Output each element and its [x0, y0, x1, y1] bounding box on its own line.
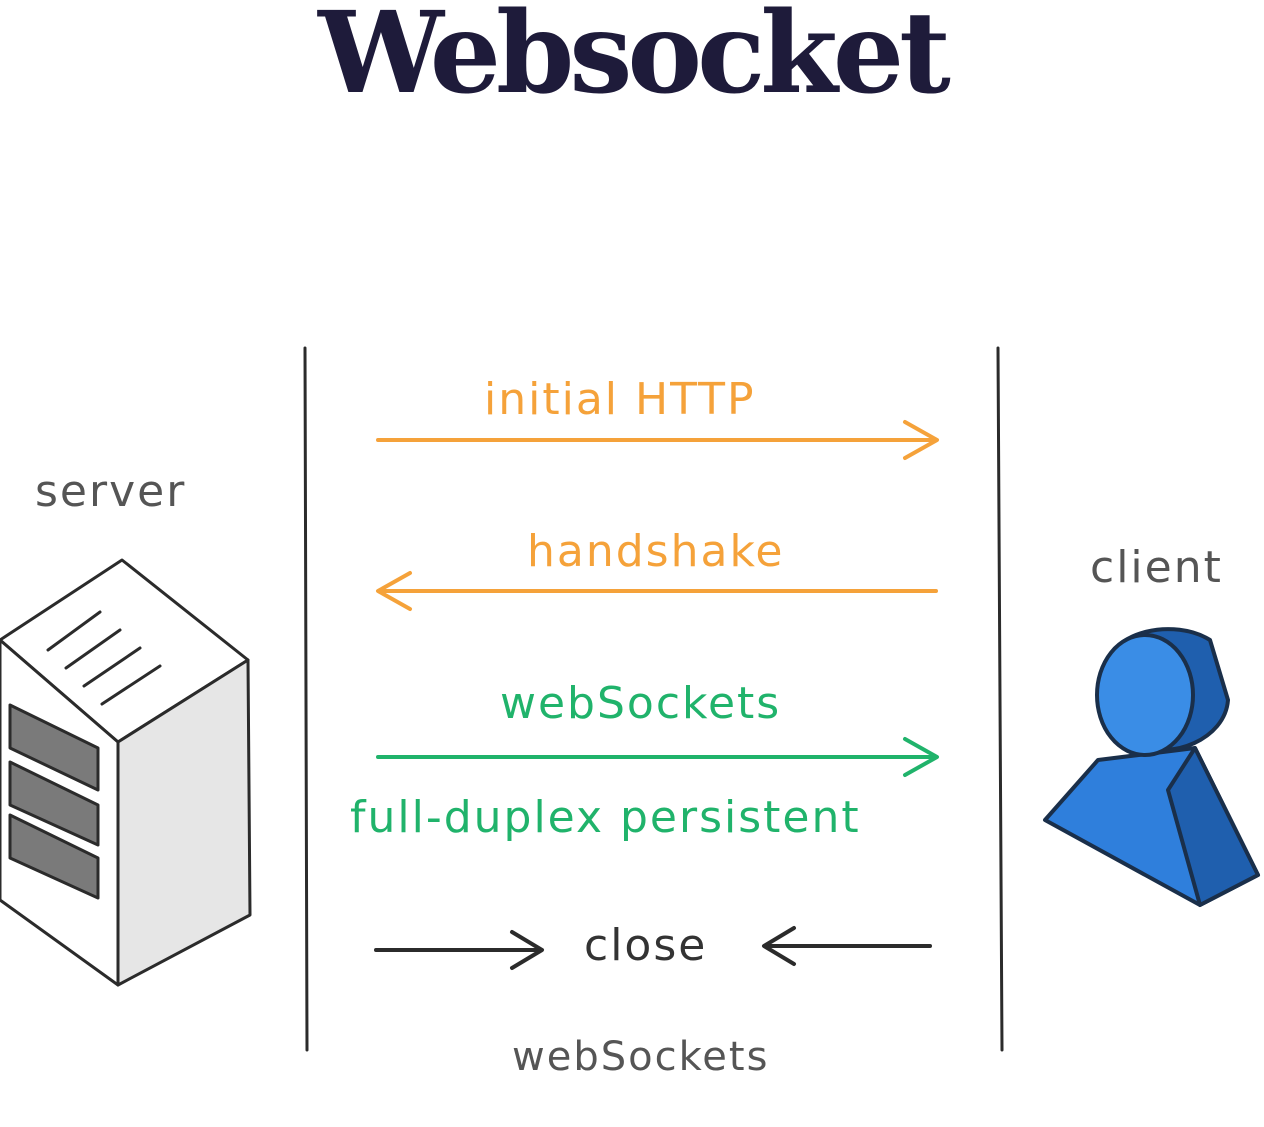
handshake-arrow: [376, 571, 938, 611]
close-arrow-right: [762, 926, 932, 966]
websockets-label: webSockets: [500, 678, 781, 729]
close-label: close: [584, 920, 707, 971]
websockets-arrow: [376, 737, 939, 777]
client-user-icon: [1043, 627, 1260, 907]
server-icon: [0, 558, 252, 987]
handshake-label: handshake: [527, 526, 784, 577]
initial-http-arrow: [376, 420, 939, 460]
client-label: client: [1090, 542, 1223, 593]
initial-http-label: initial HTTP: [484, 374, 756, 425]
client-lifeline: [996, 346, 1004, 1052]
full-duplex-label: full-duplex persistent: [350, 792, 861, 843]
server-label: server: [35, 466, 186, 517]
server-lifeline: [303, 346, 309, 1052]
websocket-diagram: server client initial HTTP handshake web…: [0, 346, 1260, 1080]
close-arrow-left: [374, 930, 544, 970]
footer-websockets-label: webSockets: [512, 1034, 769, 1080]
